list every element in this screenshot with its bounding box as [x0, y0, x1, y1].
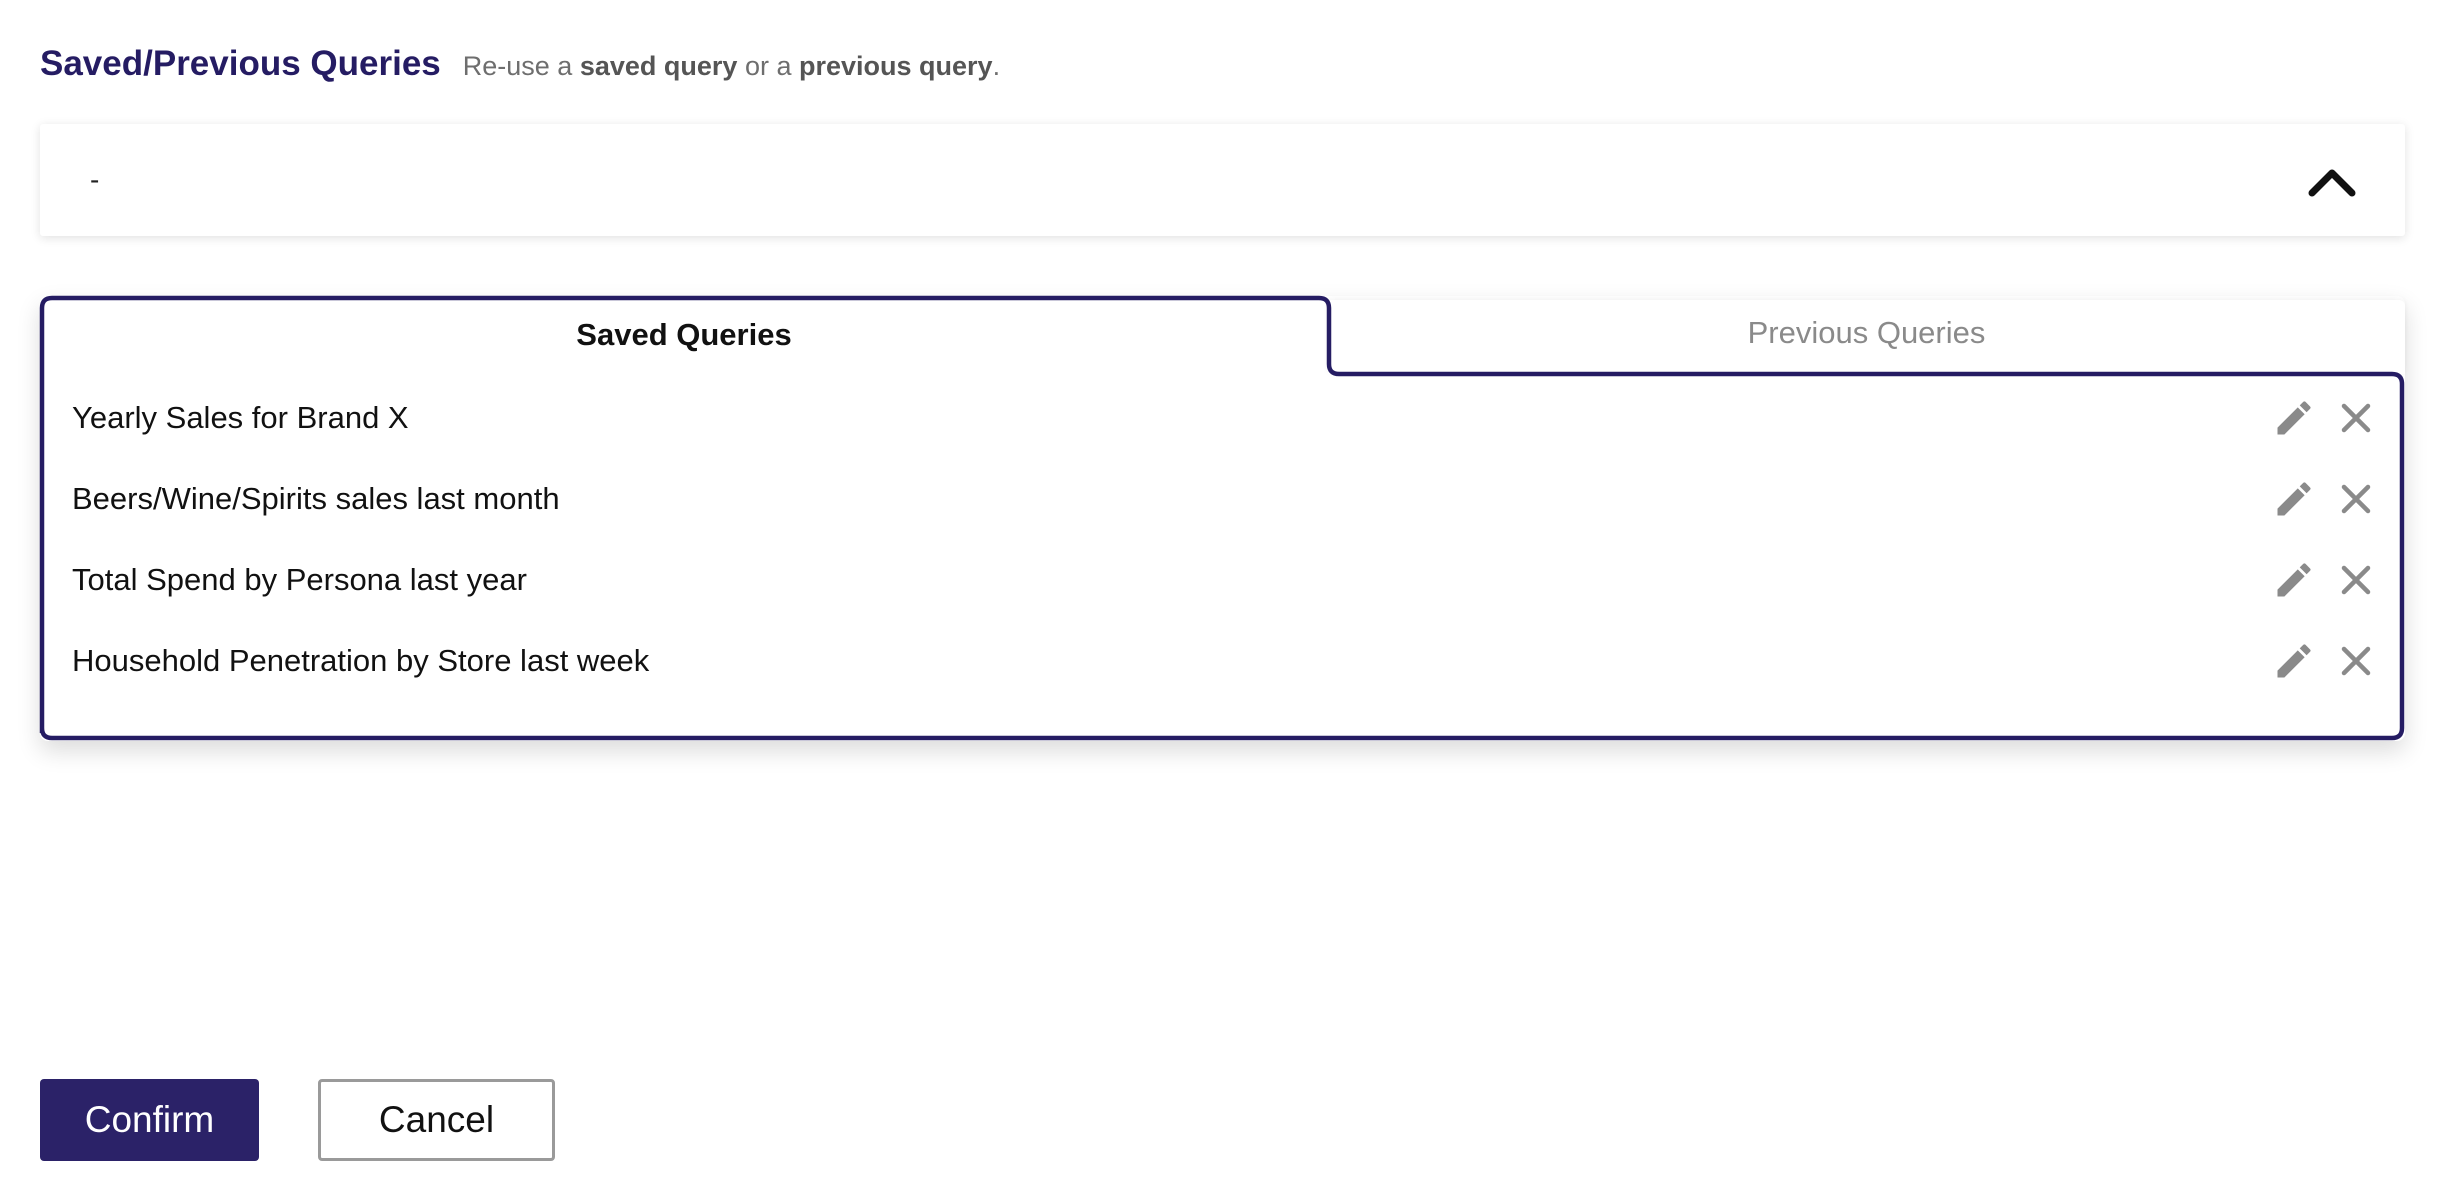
list-item[interactable]: Yearly Sales for Brand X [40, 388, 2405, 448]
description-prefix: Re-use a [462, 51, 573, 81]
query-label: Household Penetration by Store last week [72, 643, 650, 678]
query-label: Yearly Sales for Brand X [72, 400, 409, 435]
section-title: Saved/Previous Queries [40, 44, 441, 83]
close-icon[interactable] [2336, 398, 2376, 438]
pencil-icon[interactable] [2272, 396, 2316, 440]
query-select-dropdown[interactable]: - [40, 124, 2405, 236]
query-label: Beers/Wine/Spirits sales last month [72, 481, 560, 516]
cancel-button[interactable]: Cancel [318, 1079, 555, 1161]
query-label: Total Spend by Persona last year [72, 562, 527, 597]
tab-previous-queries-label: Previous Queries [1747, 315, 1986, 350]
tab-previous-queries[interactable]: Previous Queries [1328, 296, 2405, 370]
queries-tab-panel: Saved Queries Previous Queries Yearly Sa… [39, 295, 2405, 741]
pencil-icon[interactable] [2272, 477, 2316, 521]
description-previous-query: previous query [799, 51, 993, 81]
pencil-icon[interactable] [2272, 558, 2316, 602]
tab-saved-queries[interactable]: Saved Queries [40, 296, 1328, 374]
list-item[interactable]: Total Spend by Persona last year [40, 550, 2405, 610]
section-header: Saved/Previous Queries Re-use a saved qu… [40, 44, 1000, 84]
close-icon[interactable] [2336, 641, 2376, 681]
list-item[interactable]: Household Penetration by Store last week [40, 631, 2405, 691]
tab-saved-queries-label: Saved Queries [576, 317, 792, 352]
confirm-button[interactable]: Confirm [40, 1079, 259, 1161]
description-middle: or a [744, 51, 792, 81]
list-item[interactable]: Beers/Wine/Spirits sales last month [40, 469, 2405, 529]
description-suffix: . [992, 51, 1001, 81]
description-saved-query: saved query [579, 51, 738, 81]
close-icon[interactable] [2336, 560, 2376, 600]
section-description: Re-use a saved query or a previous query… [463, 51, 1000, 82]
pencil-icon[interactable] [2272, 639, 2316, 683]
chevron-up-icon[interactable] [2307, 164, 2357, 198]
close-icon[interactable] [2336, 479, 2376, 519]
dropdown-selected-value: - [90, 164, 100, 195]
